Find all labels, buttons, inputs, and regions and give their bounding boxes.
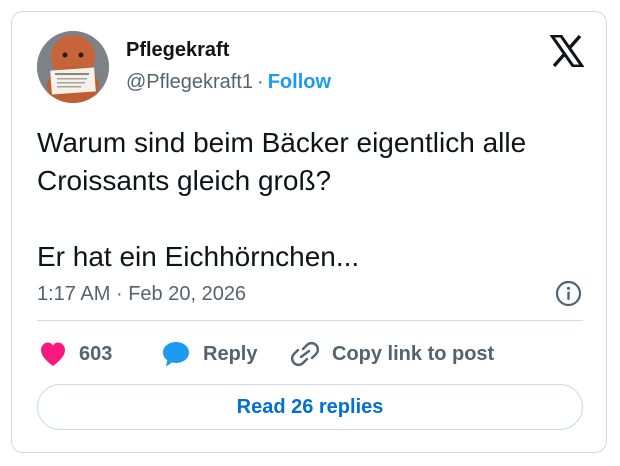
reply-button[interactable]: Reply [161, 338, 257, 370]
read-replies-label: Read 26 replies [236, 395, 384, 418]
timestamp-separator: · [115, 283, 123, 305]
like-count: 603 [79, 342, 113, 365]
action-bar: 603 Reply Copy link to post [37, 338, 597, 370]
post-date[interactable]: Feb 20, 2026 [128, 283, 246, 305]
like-button[interactable]: 603 [39, 338, 112, 370]
read-replies-button[interactable]: Read 26 replies [37, 384, 583, 430]
x-logo-icon[interactable] [549, 34, 585, 68]
divider [37, 320, 583, 321]
author-name[interactable]: Pflegekraft [126, 38, 229, 62]
avatar-image [37, 31, 109, 103]
link-icon [290, 341, 320, 367]
heart-icon [41, 342, 65, 366]
copy-link-button[interactable]: Copy link to post [290, 338, 494, 370]
reply-label: Reply [203, 342, 258, 365]
info-icon[interactable] [555, 280, 582, 307]
author-handle-row: @Pflegekraft1 · Follow [126, 70, 331, 94]
tweet-card: Pflegekraft @Pflegekraft1 · Follow Warum s… [11, 11, 607, 453]
timestamp[interactable]: 1:17 AM · Feb 20, 2026 [37, 282, 246, 306]
tweet-text-line: Croissants gleich groß? [37, 165, 332, 196]
post-time[interactable]: 1:17 AM [37, 283, 110, 305]
tweet-text-line: Er hat ein Eichhörnchen... [37, 241, 360, 272]
follow-button[interactable]: Follow [268, 71, 331, 93]
copy-link-label: Copy link to post [332, 342, 495, 365]
author-handle[interactable]: @Pflegekraft1 [126, 71, 253, 93]
handle-separator: · [257, 71, 264, 93]
tweet-text-line: Warum sind beim Bäcker eigentlich alle [37, 127, 527, 158]
avatar[interactable] [37, 31, 109, 103]
speech-bubble-icon [163, 342, 189, 367]
tweet-text: Warum sind beim Bäcker eigentlich alle C… [37, 124, 597, 276]
